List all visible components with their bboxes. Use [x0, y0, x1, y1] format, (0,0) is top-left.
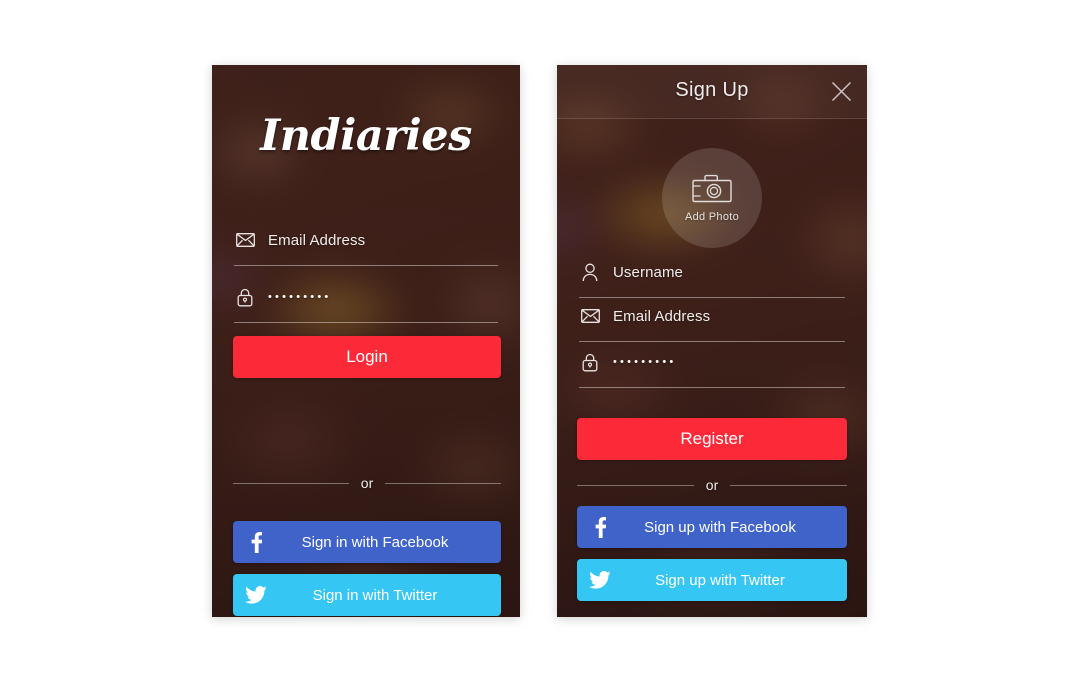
login-twitter-label: Sign in with Twitter	[312, 586, 438, 604]
add-photo-label: Add Photo	[684, 210, 740, 223]
login-twitter-button[interactable]: Sign in with Twitter	[233, 574, 501, 616]
divider-line-left	[577, 484, 694, 486]
add-photo-button[interactable]: Add Photo	[662, 148, 762, 248]
screenshot-canvas: Indiaries Email Address ••••••••• Login …	[0, 0, 1080, 681]
login-button[interactable]: Login	[233, 336, 501, 378]
divider-line-right	[385, 482, 502, 484]
user-icon	[579, 261, 601, 283]
signup-username-field[interactable]: Username	[579, 255, 845, 298]
login-screen: Indiaries Email Address ••••••••• Login …	[212, 65, 520, 617]
facebook-icon	[233, 531, 279, 553]
signup-twitter-button[interactable]: Sign up with Twitter	[577, 559, 847, 601]
login-email-field[interactable]: Email Address	[234, 223, 498, 266]
signup-password-value: •••••••••	[613, 356, 677, 368]
signup-screen: Sign Up Add Photo Username Email Address…	[557, 65, 867, 617]
or-label: or	[705, 477, 719, 493]
login-facebook-button[interactable]: Sign in with Facebook	[233, 521, 501, 563]
signup-email-value: Email Address	[613, 307, 711, 325]
or-label: or	[360, 475, 374, 491]
envelope-icon	[579, 305, 601, 327]
signup-or-divider: or	[577, 477, 848, 493]
twitter-icon	[233, 586, 279, 604]
divider-line-right	[730, 484, 848, 486]
lock-icon	[579, 351, 601, 373]
camera-icon	[692, 174, 732, 209]
close-icon[interactable]	[827, 77, 855, 105]
login-facebook-label: Sign in with Facebook	[301, 533, 449, 551]
envelope-icon	[234, 229, 256, 251]
divider-line-left	[233, 482, 349, 484]
signup-facebook-button[interactable]: Sign up with Facebook	[577, 506, 847, 548]
login-email-value: Email Address	[268, 231, 366, 249]
lock-icon	[234, 286, 256, 308]
signup-username-value: Username	[613, 263, 683, 281]
login-password-value: •••••••••	[268, 291, 332, 303]
twitter-icon	[577, 571, 623, 589]
signup-email-field[interactable]: Email Address	[579, 299, 845, 342]
register-button[interactable]: Register	[577, 418, 847, 460]
facebook-icon	[577, 516, 623, 538]
signup-facebook-label: Sign up with Facebook	[644, 518, 796, 536]
signup-title: Sign Up	[675, 79, 749, 101]
login-password-field[interactable]: •••••••••	[234, 280, 498, 323]
app-logo-wordmark: Indiaries	[260, 111, 472, 161]
login-or-divider: or	[233, 475, 502, 491]
signup-password-field[interactable]: •••••••••	[579, 345, 845, 388]
signup-twitter-label: Sign up with Twitter	[655, 571, 785, 589]
